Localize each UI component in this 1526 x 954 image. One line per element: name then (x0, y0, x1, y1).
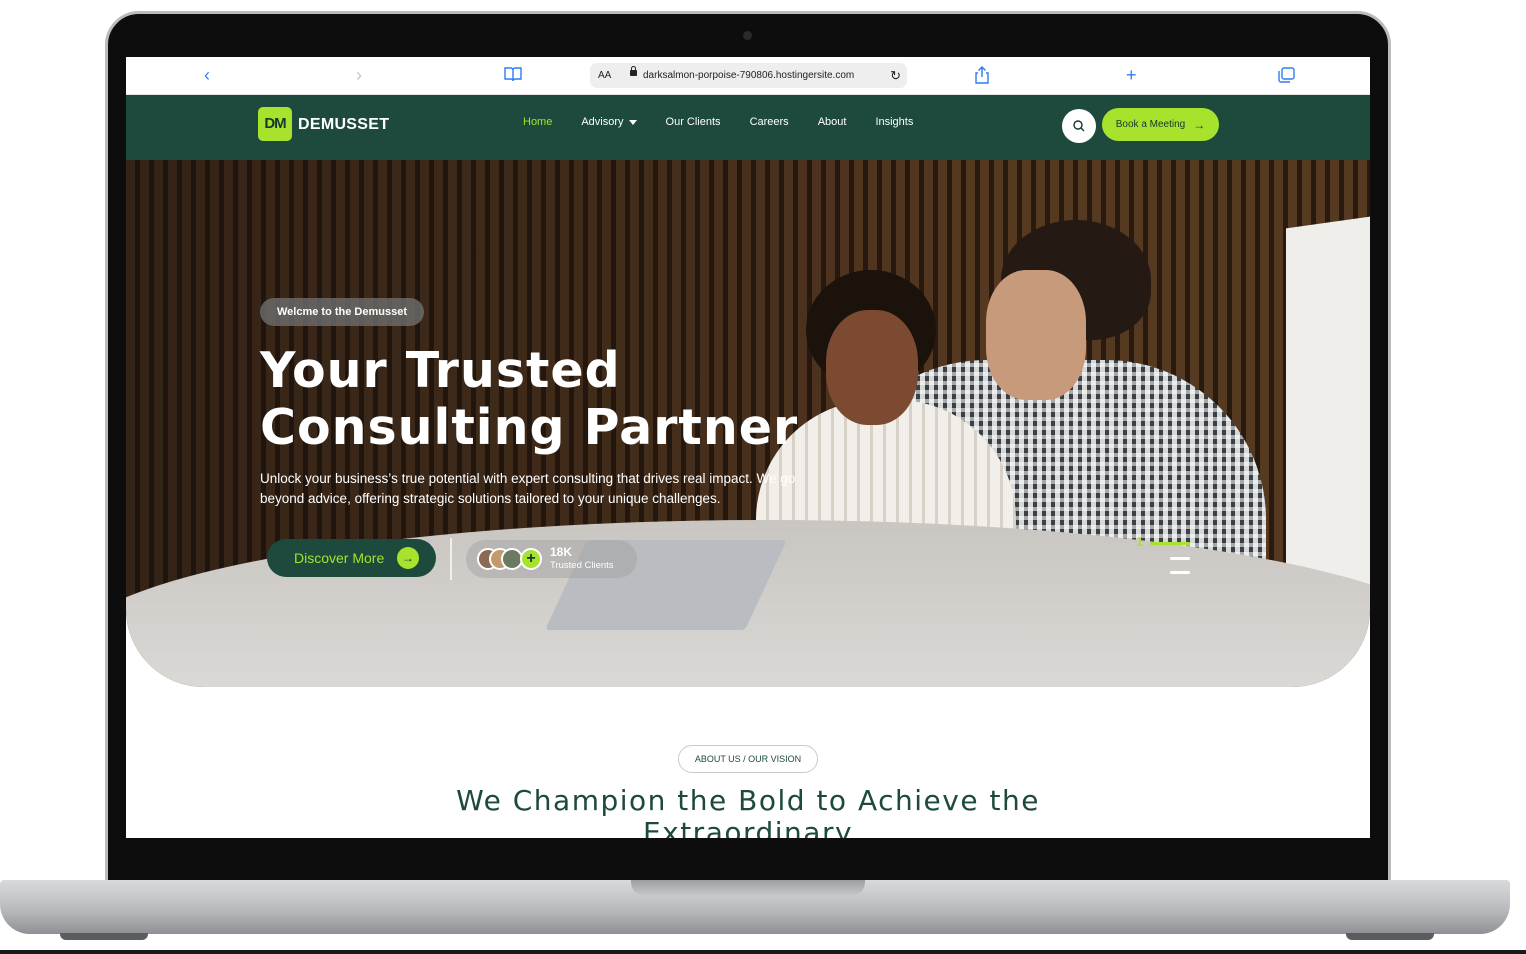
discover-more-label: Discover More (294, 550, 385, 566)
slide-indicator[interactable] (1170, 557, 1190, 560)
hero-photo-man-face (986, 270, 1086, 400)
lock-icon (630, 66, 637, 76)
address-bar[interactable]: AA darksalmon-porpoise-790806.hostingers… (590, 63, 907, 88)
site-header: DM DEMUSSET Home Advisory Our Clients Ca… (126, 95, 1370, 160)
camera (743, 31, 752, 40)
browser-toolbar: ‹ › AA darksalmon-porpoise-790806.hostin… (126, 57, 1370, 95)
slide-indicator[interactable] (1170, 571, 1190, 574)
search-button[interactable] (1062, 109, 1096, 143)
hero-divider (450, 538, 452, 580)
text-size-button[interactable]: AA (598, 63, 611, 88)
nav-insights[interactable]: Insights (875, 116, 913, 128)
logo-text[interactable]: DEMUSSET (298, 116, 389, 134)
hero-title: Your Trusted Consulting Partner (260, 342, 799, 456)
book-meeting-label: Book a Meeting (1115, 119, 1186, 130)
hero-badge: Welcme to the Demusset (260, 298, 425, 326)
arrow-right-icon: → (397, 547, 419, 569)
back-icon[interactable]: ‹ (204, 65, 210, 85)
trusted-clients-badge: + 18K Trusted Clients (466, 540, 637, 578)
nav-careers[interactable]: Careers (750, 116, 789, 128)
nav-advisory[interactable]: Advisory (581, 116, 637, 128)
about-eyebrow: ABOUT US / OUR VISION (678, 745, 818, 773)
book-meeting-button[interactable]: Book a Meeting → (1102, 108, 1219, 141)
plus-icon: + (520, 548, 542, 570)
nav-advisory-label: Advisory (581, 116, 624, 128)
nav-our-clients[interactable]: Our Clients (666, 116, 721, 128)
share-icon[interactable] (974, 66, 990, 88)
browser-screen: ‹ › AA darksalmon-porpoise-790806.hostin… (126, 57, 1370, 838)
search-icon (1073, 120, 1085, 132)
nav-home[interactable]: Home (523, 116, 552, 128)
logo-mark[interactable]: DM (258, 107, 292, 141)
hero-section: Welcme to the Demusset Your Trusted Cons… (126, 160, 1370, 687)
laptop-notch (631, 880, 865, 896)
forward-icon[interactable]: › (356, 65, 362, 85)
nav-about[interactable]: About (818, 116, 847, 128)
reload-icon[interactable]: ↻ (890, 63, 901, 88)
tabs-icon[interactable] (1278, 67, 1295, 87)
main-nav: Home Advisory Our Clients Careers About … (523, 116, 942, 128)
about-title: We Champion the Bold to Achieve the Extr… (456, 784, 1040, 839)
desk-edge (0, 950, 1526, 954)
laptop-foot-left (60, 933, 148, 940)
new-tab-icon[interactable]: + (1126, 65, 1137, 85)
slide-indicator-active[interactable] (1150, 542, 1190, 545)
chevron-down-icon (628, 119, 637, 125)
hero-description: Unlock your business’s true potential wi… (260, 471, 796, 506)
slide-number: 1 (1136, 534, 1144, 549)
hero-whiteboard (1286, 211, 1370, 609)
arrow-right-icon: → (1193, 117, 1206, 132)
discover-more-button[interactable]: Discover More → (267, 539, 436, 577)
url-text: darksalmon-porpoise-790806.hostingersite… (643, 70, 855, 81)
laptop-foot-right (1346, 933, 1434, 940)
clients-count: 18K (550, 545, 573, 559)
bookmarks-icon[interactable] (504, 66, 522, 86)
clients-label: Trusted Clients (550, 560, 614, 571)
